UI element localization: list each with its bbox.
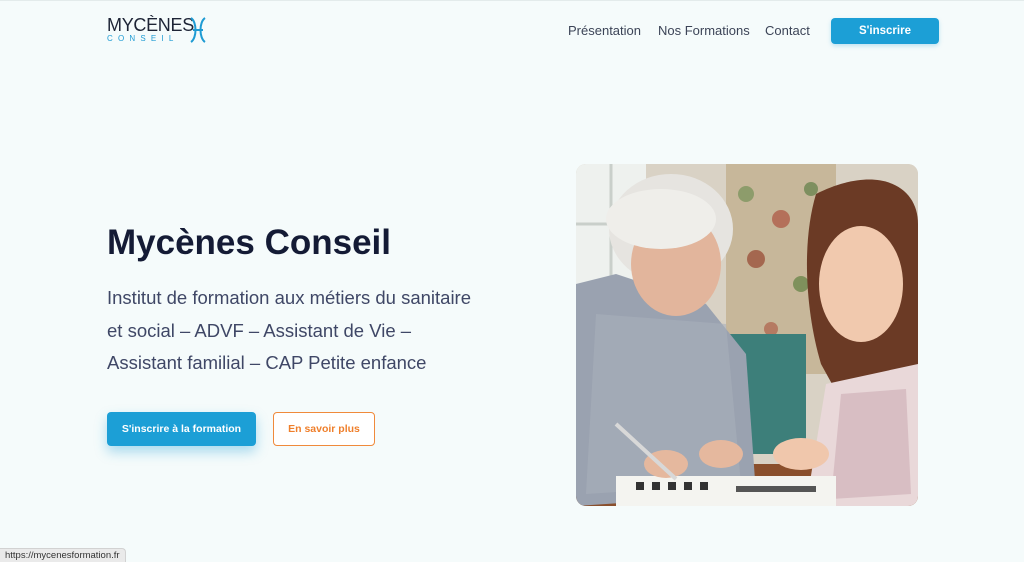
nav-item-formations[interactable]: Nos Formations <box>658 23 750 39</box>
signup-button[interactable]: S'inscrire <box>831 18 939 44</box>
hero-title: Mycènes Conseil <box>107 223 391 262</box>
hero-image <box>576 164 918 506</box>
nav-item-presentation[interactable]: Présentation <box>568 23 641 39</box>
status-bar-url: https://mycenesformation.fr <box>0 548 126 562</box>
learn-more-button[interactable]: En savoir plus <box>273 412 375 446</box>
hero-photo-illustration <box>576 164 918 506</box>
nav-item-contact[interactable]: Contact <box>765 23 810 39</box>
signup-training-button[interactable]: S'inscrire à la formation <box>107 412 256 446</box>
hero-description: Institut de formation aux métiers du san… <box>107 287 472 373</box>
site-header: MYCÈNES CONSEIL Présentation Nos Formati… <box>0 1 1024 61</box>
